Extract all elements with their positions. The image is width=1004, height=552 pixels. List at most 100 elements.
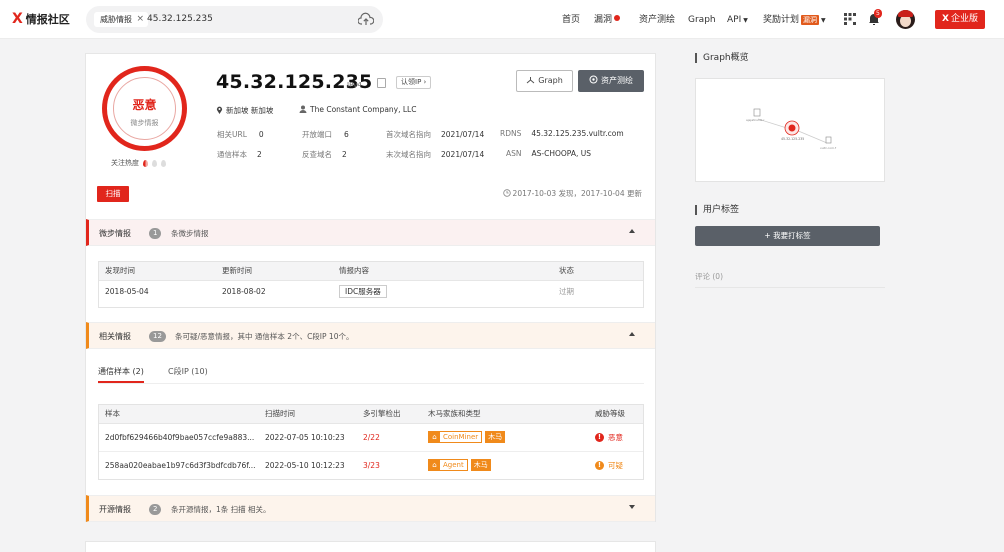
- copy-icon[interactable]: [377, 78, 386, 88]
- graph-node-label-b: vultr.com.f: [820, 146, 837, 150]
- comments-count[interactable]: 评论 (0): [695, 271, 723, 282]
- collapse-up-icon[interactable]: [629, 332, 635, 336]
- file-node-icon: [753, 108, 761, 117]
- heat-drop-icon: [143, 159, 148, 167]
- expand-down-icon[interactable]: [629, 505, 635, 509]
- hot-dot-icon: [614, 15, 621, 21]
- add-tag-button[interactable]: + 我要打标签: [695, 226, 880, 246]
- upload-cloud-icon[interactable]: [358, 12, 374, 27]
- reverse-domains-value[interactable]: 2: [342, 150, 347, 159]
- collapse-up-icon[interactable]: [629, 229, 635, 233]
- last-domain-value: 2021/07/14: [441, 150, 485, 159]
- avatar-hat: [898, 10, 913, 17]
- enterprise-button[interactable]: X 企业版: [935, 10, 985, 29]
- col-scan-time: 扫描时间: [259, 405, 357, 424]
- cell-sample[interactable]: 258aa020eabae1b97c6d3f3bdfcdb76f...: [99, 451, 259, 479]
- asset-mapping-button[interactable]: 资产测绘: [578, 70, 644, 92]
- section-title: 开源情报: [99, 505, 131, 514]
- micro-intel-table-body: 发现时间 更新时间 情报内容 状态 2018-05-04 2018-08-02 …: [99, 262, 643, 302]
- graph-node-label-a: ajejatnsnik.r: [746, 118, 765, 122]
- asn-key: ASN: [506, 149, 522, 158]
- user-avatar[interactable]: [896, 10, 915, 29]
- scan-tag[interactable]: 扫描: [97, 186, 129, 202]
- cell-family: ⌂ CoinMiner 木马: [422, 423, 589, 452]
- heat-drop-icon: [161, 159, 166, 167]
- rdns-value: 45.32.125.235.vultr.com: [531, 129, 624, 138]
- claim-ip-button[interactable]: 认领IP ›: [396, 76, 432, 89]
- alert-icon: !: [595, 432, 604, 442]
- nav-reward[interactable]: 奖励计划 漏洞 ▼: [763, 14, 826, 27]
- samples-table-body: 样本 扫描时间 多引擎检出 木马家族和类型 威胁等级 2d0fbf629466b…: [99, 405, 643, 479]
- organization-icon: [299, 105, 307, 113]
- ip-detail-panel: 恶意 微步情报 关注热度 45.32.125.235 IPv4 认领IP › G…: [85, 53, 656, 522]
- table-header-row: 样本 扫描时间 多引擎检出 木马家族和类型 威胁等级: [99, 405, 643, 424]
- section-title: 微步情报: [99, 229, 131, 238]
- top-nav: X 情报社区 威胁情报 × 45.32.125.235 首页 漏洞 资产测绘 G…: [0, 0, 1004, 39]
- last-domain: 末次域名指向 2021/07/14: [386, 149, 484, 160]
- nav-asset[interactable]: 资产测绘: [639, 14, 675, 26]
- col-level: 威胁等级: [589, 405, 643, 424]
- family-name: Agent: [443, 461, 464, 470]
- verdict-stamp: 恶意 微步情报: [102, 66, 187, 151]
- samples-table: 样本 扫描时间 多引擎检出 木马家族和类型 威胁等级 2d0fbf629466b…: [98, 404, 644, 480]
- threat-level: ! 恶意: [595, 432, 623, 443]
- section-related-intel[interactable]: 相关情报 12 条可疑/恶意情报，其中 通信样本 2个、C段IP 10个。: [86, 322, 655, 349]
- content-tag: IDC服务器: [339, 284, 387, 298]
- col-updated: 更新时间: [216, 262, 333, 281]
- tab-c-segment[interactable]: C段IP (10): [168, 366, 208, 377]
- timestamps-text: 2017-10-03 发现，2017-10-04 更新: [512, 189, 642, 198]
- nav-api[interactable]: API ▼: [727, 14, 748, 27]
- enterprise-label: 企业版: [950, 14, 978, 24]
- type-tag: 木马: [485, 431, 506, 443]
- related-url: 相关URL 0: [217, 129, 264, 140]
- nav-vuln[interactable]: 漏洞: [594, 14, 621, 26]
- col-status: 状态: [553, 262, 643, 281]
- cell-level: ! 可疑: [589, 451, 643, 479]
- section-desc: 条微步情报: [171, 229, 209, 238]
- cell-found: 2018-05-04: [105, 286, 149, 296]
- col-found: 发现时间: [99, 262, 216, 281]
- graph-button[interactable]: Graph: [516, 70, 573, 92]
- cell-sample[interactable]: 2d0fbf629466b40f9bae057ccfe9a883...: [99, 423, 259, 452]
- verdict-source: 微步情报: [130, 119, 159, 127]
- nav-api-label: API: [727, 15, 742, 25]
- alert-icon: !: [595, 460, 604, 470]
- comm-samples-value[interactable]: 2: [257, 150, 262, 159]
- first-domain-value: 2021/07/14: [441, 130, 485, 139]
- notification-bell[interactable]: 5: [868, 9, 882, 26]
- chip-close-icon[interactable]: ×: [136, 12, 144, 27]
- apps-grid-icon[interactable]: [844, 13, 856, 25]
- logo[interactable]: X 情报社区: [12, 11, 70, 27]
- user-tags-title: 用户标签: [695, 205, 739, 215]
- graph-overview[interactable]: ajejatnsnik.r 45.32.125.235 vultr.com.f: [695, 78, 885, 182]
- nav-home[interactable]: 首页: [562, 14, 580, 26]
- related-url-value[interactable]: 0: [259, 130, 264, 139]
- location-pin-icon: [216, 106, 223, 114]
- cell-content: IDC服务器: [333, 280, 553, 302]
- page-scrollbar[interactable]: [990, 40, 1004, 552]
- nav-reward-label: 奖励计划: [763, 15, 800, 25]
- location: 新加坡 新加坡: [216, 105, 273, 116]
- table-row[interactable]: 258aa020eabae1b97c6d3f3bdfcdb76f... 2022…: [99, 451, 643, 479]
- section-open-source-intel[interactable]: 开源情报 2 条开源情报，1条 扫描 相关。: [86, 495, 655, 522]
- cell-level: ! 恶意: [589, 423, 643, 452]
- open-ports-value[interactable]: 6: [344, 130, 349, 139]
- target-icon: [589, 75, 598, 84]
- graph-node-icon: [526, 77, 535, 84]
- caret-down-icon: ▼: [821, 17, 826, 24]
- logo-text: 情报社区: [25, 13, 70, 26]
- comm-samples-key: 通信样本: [217, 150, 247, 159]
- organization: The Constant Company, LLC: [299, 105, 416, 114]
- tab-divider: [98, 383, 644, 384]
- search-type-chip[interactable]: 威胁情报 ×: [94, 12, 148, 27]
- claim-ip-label: 认领IP: [401, 78, 422, 86]
- enterprise-x-icon: X: [942, 14, 949, 24]
- table-row[interactable]: 2d0fbf629466b40f9bae057ccfe9a883... 2022…: [99, 423, 643, 452]
- tab-comm-samples[interactable]: 通信样本 (2): [98, 366, 144, 383]
- search-input[interactable]: 45.32.125.235: [147, 12, 213, 27]
- nav-graph[interactable]: Graph: [688, 14, 716, 26]
- cell-scan-time: 2022-07-05 10:10:23: [259, 423, 357, 452]
- section-micro-intel[interactable]: 微步情报 1 条微步情报: [86, 219, 655, 246]
- search-box[interactable]: 威胁情报 × 45.32.125.235: [86, 6, 383, 33]
- heat-drop-icon: [152, 159, 157, 167]
